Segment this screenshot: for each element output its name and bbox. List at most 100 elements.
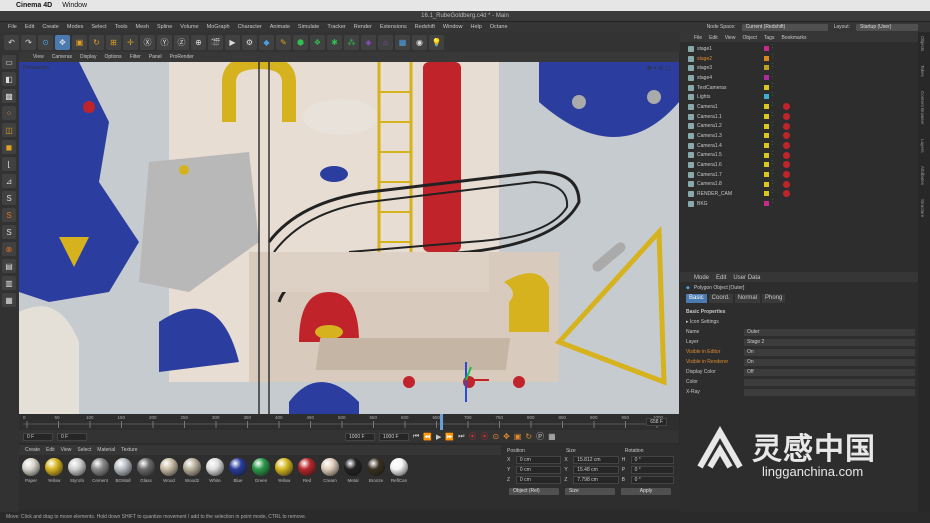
material-menu-texture[interactable]: Texture xyxy=(121,447,137,453)
material-swatch[interactable]: Cream xyxy=(320,458,340,507)
menu-volume[interactable]: Volume xyxy=(180,24,198,30)
quantize-icon[interactable]: ▥ xyxy=(2,276,16,290)
rotation-field[interactable]: 0 ° xyxy=(630,466,675,474)
pla-key-icon[interactable]: ▦ xyxy=(548,432,556,441)
apply-button[interactable]: Apply xyxy=(621,488,671,495)
object-menu-view[interactable]: View xyxy=(725,35,736,41)
app-menu[interactable]: Cinema 4D xyxy=(16,2,52,9)
attr-menu-user-data[interactable]: User Data xyxy=(733,275,760,281)
material-swatch[interactable]: Blue xyxy=(228,458,248,507)
layout-select[interactable]: Startup (User) xyxy=(856,23,918,31)
polygons-mode-icon[interactable]: ◼ xyxy=(2,140,16,154)
camera-tag-icon[interactable] xyxy=(783,103,790,111)
object-row[interactable]: Camera1.4 ⁚ xyxy=(680,141,918,151)
window-menu[interactable]: Window xyxy=(62,2,87,9)
attr-field-value[interactable]: Off xyxy=(744,368,915,376)
menu-simulate[interactable]: Simulate xyxy=(298,24,319,30)
fracture-icon[interactable]: ⁂ xyxy=(344,34,359,50)
visibility-dots-icon[interactable]: ⁚ xyxy=(772,180,774,186)
visibility-dots-icon[interactable]: ⁚ xyxy=(772,112,774,118)
camera-tag-icon[interactable] xyxy=(783,141,790,149)
scale-key-icon[interactable]: ▣ xyxy=(514,432,522,441)
size-field[interactable]: 15.48 cm xyxy=(573,466,619,474)
camera-tag-icon[interactable] xyxy=(783,151,790,159)
visibility-dots-icon[interactable]: ⁚ xyxy=(772,102,774,108)
node-space-select[interactable]: Current (Redshift) xyxy=(741,23,828,31)
right-tab-structure[interactable]: Structure xyxy=(918,195,927,221)
layer-color-chip[interactable] xyxy=(764,55,769,61)
object-row[interactable]: Camera1.3 ⁚ xyxy=(680,131,918,141)
attr-tab-normal[interactable]: Normal xyxy=(734,294,761,303)
attr-tab-phong[interactable]: Phong xyxy=(762,294,786,303)
layer-color-chip[interactable] xyxy=(764,75,769,81)
object-row[interactable]: Camera1 ⁚ xyxy=(680,102,918,112)
menu-mograph[interactable]: MoGraph xyxy=(207,24,230,30)
position-field[interactable]: 0 cm xyxy=(515,476,562,484)
max-frame-field[interactable]: 1000 F xyxy=(379,432,409,441)
menu-tools[interactable]: Tools xyxy=(115,24,128,30)
right-tab-attributes[interactable]: Attributes xyxy=(918,162,927,189)
camera-tag-icon[interactable] xyxy=(783,190,790,198)
attr-tab-basic[interactable]: Basic xyxy=(686,294,707,303)
menu-create[interactable]: Create xyxy=(42,24,59,30)
subdivision-icon[interactable]: ⬢ xyxy=(293,34,308,50)
visibility-dots-icon[interactable]: ⁚ xyxy=(772,189,774,195)
material-swatch[interactable]: Wood xyxy=(159,458,179,507)
attr-menu-mode[interactable]: Mode xyxy=(694,275,709,281)
camera-tag-icon[interactable] xyxy=(783,112,790,120)
render-picture-viewer-icon[interactable]: ▶ xyxy=(225,34,240,50)
layer-color-chip[interactable] xyxy=(764,65,769,71)
object-row[interactable]: Camera1.6 ⁚ xyxy=(680,160,918,170)
soft-selection-icon[interactable]: S xyxy=(2,191,16,205)
right-tab-objects[interactable]: Objects xyxy=(918,32,927,55)
object-menu-edit[interactable]: Edit xyxy=(709,35,718,41)
camera-icon[interactable]: ◉ xyxy=(412,34,427,50)
cloner-icon[interactable]: ❖ xyxy=(310,34,325,50)
viewport-menu-options[interactable]: Options xyxy=(104,54,121,60)
record-icon[interactable]: ⦿ xyxy=(468,431,476,442)
layer-color-chip[interactable] xyxy=(764,104,769,110)
material-swatch[interactable]: Glass xyxy=(136,458,156,507)
coords-size-select[interactable]: Size xyxy=(565,488,615,495)
visibility-dots-icon[interactable]: ⁚ xyxy=(772,131,774,137)
current-frame-field[interactable]: 0 F xyxy=(57,432,87,441)
timeline-ruler[interactable]: 0 50 100 150 200 250 300 350 400 450 500 550 600 650 7… xyxy=(19,414,679,430)
y-axis-icon[interactable]: Ⓨ xyxy=(157,34,172,50)
menu-character[interactable]: Character xyxy=(238,24,262,30)
layer-color-chip[interactable] xyxy=(764,162,769,168)
param-key-icon[interactable]: Ⓟ xyxy=(536,431,544,442)
move-icon[interactable]: ✥ xyxy=(55,34,70,50)
rotation-field[interactable]: 0 ° xyxy=(630,456,675,464)
keyframe-selection-icon[interactable]: ⊙ xyxy=(492,432,499,441)
object-row[interactable]: stage4 ⁚ xyxy=(680,73,918,83)
go-start-icon[interactable]: ⏮ xyxy=(413,433,419,441)
camera-tag-icon[interactable] xyxy=(783,180,790,188)
attr-field-value[interactable] xyxy=(744,388,915,396)
workplane-icon[interactable]: ⊗ xyxy=(2,242,16,256)
material-swatch[interactable]: Styrofo xyxy=(67,458,87,507)
bend-icon[interactable]: ⌂ xyxy=(378,34,393,50)
sculpt-icon[interactable]: S xyxy=(2,208,16,222)
menu-window[interactable]: Window xyxy=(443,24,463,30)
material-swatch[interactable]: BGWall xyxy=(113,458,133,507)
light-icon[interactable]: 💡 xyxy=(429,34,444,50)
layer-color-chip[interactable] xyxy=(764,142,769,148)
object-row[interactable]: Camera1.5 ⁚ xyxy=(680,151,918,161)
material-menu-material[interactable]: Material xyxy=(97,447,115,453)
material-swatch[interactable]: White xyxy=(205,458,225,507)
object-row[interactable]: BKG ⁚ xyxy=(680,199,918,209)
material-swatch[interactable]: Yellow xyxy=(44,458,64,507)
menu-help[interactable]: Help xyxy=(470,24,481,30)
layer-color-chip[interactable] xyxy=(764,191,769,197)
menu-redshift[interactable]: Redshift xyxy=(415,24,435,30)
layers-icon[interactable]: ▦ xyxy=(2,293,16,307)
material-menu-edit[interactable]: Edit xyxy=(46,447,55,453)
coords-mode-select[interactable]: Object (Rel) xyxy=(509,488,559,495)
autokey-icon[interactable]: ⦿ xyxy=(480,431,488,442)
rotation-key-icon[interactable]: ↻ xyxy=(525,432,532,441)
right-tab-takes[interactable]: Takes xyxy=(918,61,927,81)
end-frame-field[interactable]: 1000 F xyxy=(345,432,375,441)
camera-tag-icon[interactable] xyxy=(783,122,790,130)
object-row[interactable]: Camera1.7 ⁚ xyxy=(680,170,918,180)
grid-icon[interactable]: ▤ xyxy=(2,259,16,273)
